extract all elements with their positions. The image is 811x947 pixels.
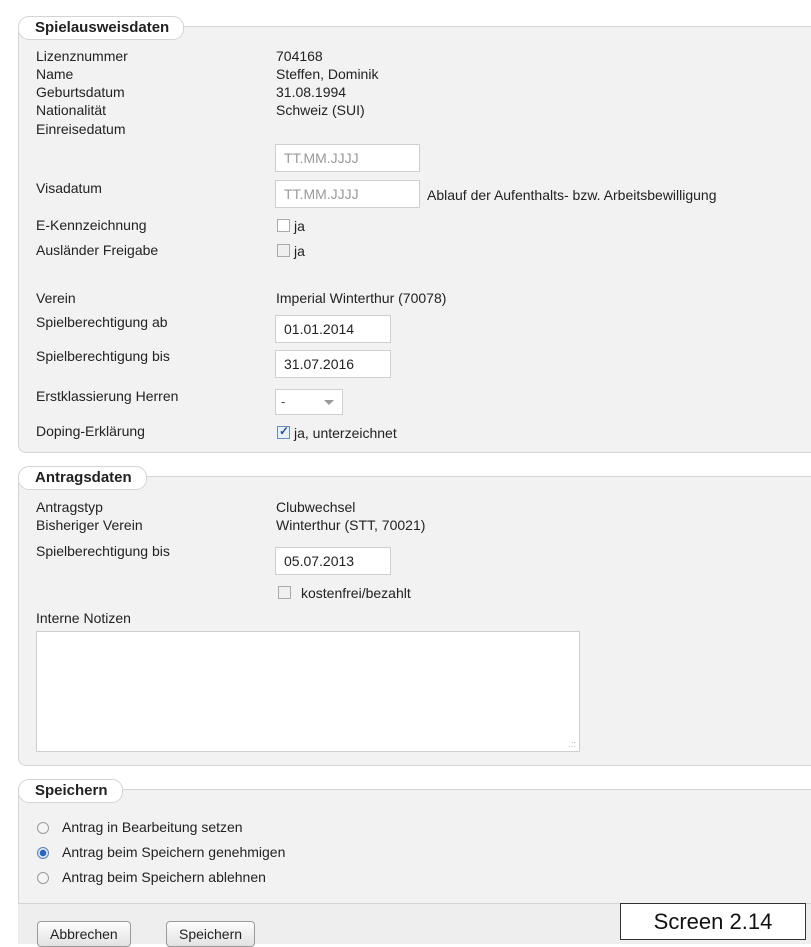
radio-bearbeitung[interactable]	[37, 822, 49, 834]
doping-checkbox[interactable]	[277, 424, 290, 439]
erstklassierung-selected: -	[281, 394, 286, 409]
auslaender-freigabe-label: Ausländer Freigabe	[36, 242, 159, 258]
kostenfrei-checkbox-label: kostenfrei/bezahlt	[301, 585, 411, 601]
verein-label: Verein	[36, 290, 76, 306]
spielberechtigung-ab-input[interactable]: 01.01.2014	[275, 315, 391, 343]
kostenfrei-checkbox[interactable]	[278, 586, 291, 599]
visadatum-input[interactable]: TT.MM.JJJJ	[275, 180, 420, 208]
radio-genehmigen-label: Antrag beim Speichern genehmigen	[62, 844, 286, 860]
visadatum-label: Visadatum	[36, 180, 102, 196]
erstklassierung-label: Erstklassierung Herren	[36, 388, 179, 404]
spielberechtigung-bis-input[interactable]: 31.07.2016	[275, 350, 391, 378]
radio-bearbeitung-label: Antrag in Bearbeitung setzen	[62, 819, 243, 835]
geburtsdatum-value: 31.08.1994	[276, 84, 347, 100]
geburtsdatum-label: Geburtsdatum	[36, 84, 125, 100]
e-kennzeichnung-label: E-Kennzeichnung	[36, 217, 147, 233]
name-label: Name	[36, 66, 74, 82]
auslaender-freigabe-checkbox-label: ja	[294, 243, 305, 259]
spielberechtigung-bis-label: Spielberechtigung bis	[36, 348, 170, 364]
antragstyp-value: Clubwechsel	[276, 499, 356, 515]
lizenznummer-label: Lizenznummer	[36, 48, 128, 64]
antrag-spielberechtigung-bis-label: Spielberechtigung bis	[36, 543, 170, 559]
visadatum-hint: Ablauf der Aufenthalts- bzw. Arbeitsbewi…	[427, 187, 717, 203]
radio-genehmigen[interactable]	[37, 847, 49, 859]
e-kennzeichnung-checkbox[interactable]	[277, 219, 290, 232]
interne-notizen-label: Interne Notizen	[36, 610, 131, 626]
doping-checkbox-label: ja, unterzeichnet	[294, 425, 397, 441]
resize-handle-icon[interactable]: .::	[568, 739, 576, 749]
einreisedatum-input[interactable]: TT.MM.JJJJ	[275, 144, 420, 172]
screen-label: Screen 2.14	[620, 903, 806, 940]
radio-ablehnen[interactable]	[37, 872, 49, 884]
nationalitaet-label: Nationalität	[36, 102, 107, 118]
bisheriger-verein-label: Bisheriger Verein	[36, 517, 143, 533]
save-button[interactable]: Speichern	[166, 921, 256, 947]
name-value: Steffen, Dominik	[276, 66, 379, 82]
einreisedatum-placeholder: TT.MM.JJJJ	[284, 150, 359, 166]
spielberechtigung-ab-label: Spielberechtigung ab	[36, 314, 168, 330]
speichern-legend: Speichern	[18, 779, 123, 803]
erstklassierung-select[interactable]: -	[275, 389, 343, 415]
chevron-down-icon	[324, 400, 334, 405]
cancel-button[interactable]: Abbrechen	[37, 921, 131, 947]
einreisedatum-label: Einreisedatum	[36, 121, 126, 137]
nationalitaet-value: Schweiz (SUI)	[276, 102, 365, 118]
lizenznummer-value: 704168	[276, 48, 323, 64]
spielausweis-legend: Spielausweisdaten	[18, 16, 185, 40]
e-kennzeichnung-checkbox-label: ja	[294, 218, 305, 234]
antrag-spielberechtigung-bis-input[interactable]: 05.07.2013	[275, 547, 391, 575]
doping-label: Doping-Erklärung	[36, 423, 145, 439]
antrag-legend: Antragsdaten	[18, 466, 147, 490]
auslaender-freigabe-checkbox[interactable]	[277, 244, 290, 257]
bisheriger-verein-value: Winterthur (STT, 70021)	[276, 517, 426, 533]
interne-notizen-textarea[interactable]: .::	[36, 631, 580, 752]
radio-ablehnen-label: Antrag beim Speichern ablehnen	[62, 869, 266, 885]
antragstyp-label: Antragstyp	[36, 499, 103, 515]
verein-value: Imperial Winterthur (70078)	[276, 290, 447, 306]
visadatum-placeholder: TT.MM.JJJJ	[284, 186, 359, 202]
